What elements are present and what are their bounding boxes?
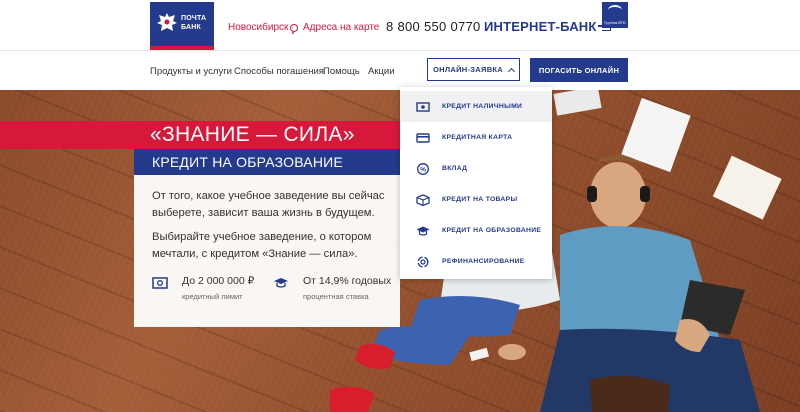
nav-promotions[interactable]: Акции	[368, 66, 395, 77]
menu-item-deposit-label: ВКЛАД	[442, 165, 468, 172]
top-header: ПОЧТА БАНК Новосибирск · Адреса на карте …	[0, 0, 800, 51]
menu-item-credit-card[interactable]: КРЕДИТНАЯ КАРТА	[400, 122, 552, 153]
menu-item-credit-card-label: КРЕДИТНАЯ КАРТА	[442, 134, 513, 141]
chevron-up-icon	[507, 67, 516, 75]
menu-item-refinancing[interactable]: РЕФИНАНСИРОВАНИЕ	[400, 246, 552, 277]
hero-title: «ЗНАНИЕ — СИЛА»	[150, 123, 355, 146]
menu-item-refinancing-label: РЕФИНАНСИРОВАНИЕ	[442, 258, 525, 265]
city-label: Новосибирск	[228, 22, 289, 33]
internet-bank-label: ИНТЕРНЕТ-БАНК	[484, 19, 597, 34]
eagle-icon	[157, 13, 177, 31]
phone-number[interactable]: 8 800 550 0770	[386, 19, 481, 34]
graduation-cap-icon	[274, 278, 288, 288]
city-selector[interactable]: Новосибирск ·	[228, 22, 294, 33]
pay-online-button[interactable]: ПОГАСИТЬ ОНЛАЙН	[530, 58, 628, 82]
stat-credit-limit-caption: кредитный лимит	[182, 292, 243, 301]
hero-info-card: От того, какое учебное заведение вы сейч…	[134, 175, 400, 327]
hero-paragraph-2: Выбирайте учебное заведение, о котором м…	[152, 231, 372, 260]
menu-item-goods-loan-label: КРЕДИТ НА ТОВАРЫ	[442, 196, 518, 203]
group-badge-label: Группа ВТБ	[604, 20, 626, 25]
hero-subtitle: КРЕДИТ НА ОБРАЗОВАНИЕ	[152, 154, 343, 170]
menu-item-education-loan-label: КРЕДИТ НА ОБРАЗОВАНИЕ	[442, 227, 542, 234]
online-application-dropdown: КРЕДИТ НАЛИЧНЫМИ КРЕДИТНАЯ КАРТА % ВКЛАД…	[400, 87, 552, 279]
logo-red-bar	[150, 46, 214, 50]
nav-products[interactable]: Продукты и услуги	[150, 66, 232, 77]
nav-repayment[interactable]: Способы погашения	[234, 66, 324, 77]
online-application-label: ОНЛАЙН-ЗАЯВКА	[432, 65, 504, 74]
card-icon	[416, 132, 430, 143]
menu-item-cash-loan-label: КРЕДИТ НАЛИЧНЫМИ	[442, 103, 523, 110]
logo-text: ПОЧТА БАНК	[181, 15, 207, 31]
location-pin-icon	[290, 23, 298, 35]
graduation-cap-icon	[416, 226, 430, 236]
refinance-icon	[417, 255, 429, 268]
menu-item-goods-loan[interactable]: КРЕДИТ НА ТОВАРЫ	[400, 184, 552, 215]
stat-credit-limit-value: До 2 000 000 ₽	[182, 275, 255, 287]
menu-item-deposit[interactable]: % ВКЛАД	[400, 153, 552, 184]
menu-item-education-loan[interactable]: КРЕДИТ НА ОБРАЗОВАНИЕ	[400, 215, 552, 246]
vtb-logo-icon	[608, 5, 622, 15]
bank-logo[interactable]: ПОЧТА БАНК	[150, 2, 214, 50]
internet-bank-link[interactable]: ИНТЕРНЕТ-БАНК	[484, 19, 611, 34]
stat-interest-rate-value: От 14,9% годовых	[303, 275, 392, 287]
svg-text:%: %	[420, 166, 426, 173]
vtb-group-badge: Группа ВТБ	[602, 2, 628, 28]
nav-help[interactable]: Помощь	[323, 66, 360, 77]
cash-icon	[416, 101, 430, 112]
menu-item-cash-loan[interactable]: КРЕДИТ НАЛИЧНЫМИ	[400, 91, 552, 122]
percent-icon: %	[417, 162, 429, 175]
stat-interest-rate-caption: процентная ставка	[303, 292, 369, 301]
main-nav: Продукты и услуги Способы погашения Помо…	[0, 51, 800, 90]
map-link[interactable]: Адреса на карте	[290, 22, 380, 35]
money-icon	[152, 277, 168, 289]
map-link-label: Адреса на карте	[303, 22, 380, 33]
hero-paragraph-1: От того, какое учебное заведение вы сейч…	[152, 190, 385, 219]
box-icon	[416, 193, 430, 206]
online-application-button[interactable]: ОНЛАЙН-ЗАЯВКА	[427, 58, 520, 81]
